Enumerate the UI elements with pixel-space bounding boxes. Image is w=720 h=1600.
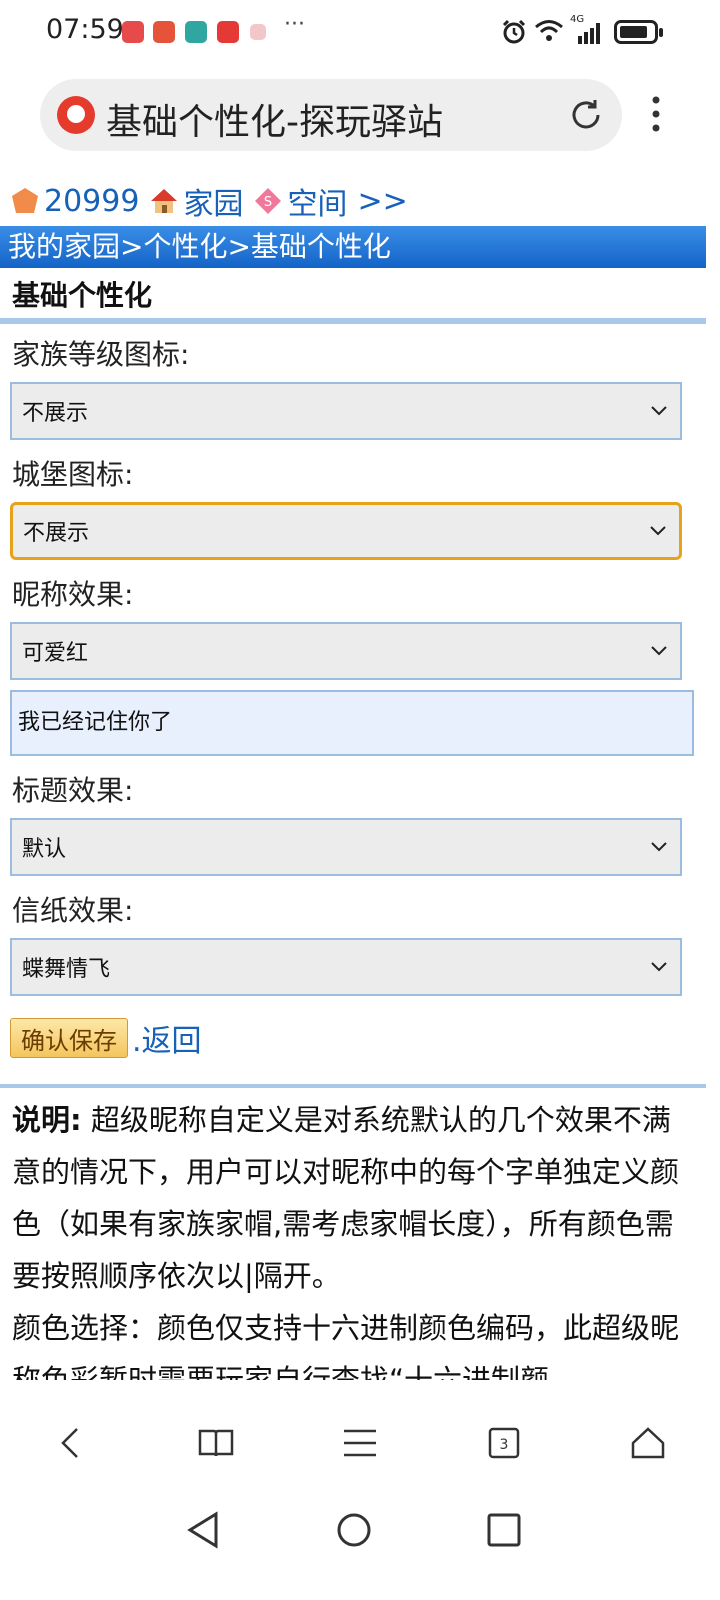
breadcrumb: 我的家园>个性化>基础个性化 xyxy=(0,226,706,268)
battery-icon xyxy=(614,20,663,44)
letter-effect-select[interactable]: 蝶舞情飞 xyxy=(10,938,682,996)
chevron-down-icon xyxy=(651,646,667,656)
remember-text-field[interactable]: 我已经记住你了 xyxy=(10,690,694,756)
notification-map-icon xyxy=(185,21,207,43)
form-actions: 确认保存 .返回 xyxy=(0,996,706,1080)
tab-count: 3 xyxy=(500,1437,509,1453)
save-button[interactable]: 确认保存 xyxy=(10,1018,128,1058)
description-heading: 说明: xyxy=(12,1103,82,1137)
clan-icon-select[interactable]: 不展示 xyxy=(10,382,682,440)
space-icon: S xyxy=(255,188,282,214)
browser-bottom-nav: 3 xyxy=(0,1400,720,1486)
description: 说明: 超级昵称自定义是对系统默认的几个效果不满意的情况下，用户可以对昵称中的每… xyxy=(0,1088,706,1380)
tabs-icon[interactable]: 3 xyxy=(484,1423,524,1463)
system-back-icon[interactable] xyxy=(184,1510,224,1550)
back-link[interactable]: .返回 xyxy=(132,1016,202,1060)
site-favicon-icon xyxy=(57,96,95,134)
page-content: 20999 家园 S 空间 >> 我的家园>个性化>基础个性化 基础个性化 家族… xyxy=(0,176,706,1380)
menu-icon[interactable] xyxy=(340,1423,380,1463)
gem-icon xyxy=(12,188,38,213)
points-link[interactable]: 20999 xyxy=(44,184,139,219)
svg-text:S: S xyxy=(264,195,272,210)
clan-icon-value: 不展示 xyxy=(22,401,89,426)
alarm-icon xyxy=(502,19,526,44)
chevron-down-icon xyxy=(651,842,667,852)
chevron-down-icon xyxy=(651,406,667,416)
back-arrow-icon[interactable] xyxy=(52,1423,92,1463)
signal-icon xyxy=(578,23,600,44)
system-nav-bar xyxy=(0,1488,720,1600)
home-icon[interactable] xyxy=(628,1423,668,1463)
letter-effect-label: 信纸效果: xyxy=(12,894,134,927)
address-bar[interactable]: 基础个性化-探玩驿站 xyxy=(40,79,622,151)
nickname-effect-select[interactable]: 可爱红 xyxy=(10,622,682,680)
clock: 07:59 xyxy=(46,14,124,45)
status-bar: 07:59 ··· 4G xyxy=(0,0,720,64)
system-home-icon[interactable] xyxy=(334,1510,374,1550)
house-icon xyxy=(151,189,178,213)
section-title: 基础个性化 xyxy=(0,268,706,324)
top-links: 20999 家园 S 空间 >> xyxy=(0,176,706,226)
reload-icon[interactable] xyxy=(568,97,604,133)
chevron-down-icon xyxy=(650,526,666,536)
title-effect-value: 默认 xyxy=(22,837,67,862)
space-link[interactable]: 空间 xyxy=(287,179,347,223)
more-link[interactable]: >> xyxy=(357,184,407,219)
description-paragraph-1: 超级昵称自定义是对系统默认的几个效果不满意的情况下，用户可以对昵称中的每个字单独… xyxy=(12,1103,680,1293)
nickname-effect-value: 可爱红 xyxy=(22,641,89,666)
letter-effect-value: 蝶舞情飞 xyxy=(22,957,111,982)
notification-app-icon xyxy=(153,21,175,43)
notification-video-icon xyxy=(217,21,239,43)
description-paragraph-2: 颜色选择：颜色仅支持十六进制颜色编码，此超级昵称色彩暂时需要玩家自行查找“十六进… xyxy=(12,1311,680,1380)
chevron-down-icon xyxy=(651,962,667,972)
clan-icon-label: 家族等级图标: xyxy=(12,338,190,371)
castle-icon-label: 城堡图标: xyxy=(12,458,134,491)
bookmarks-icon[interactable] xyxy=(196,1423,236,1463)
system-recents-icon[interactable] xyxy=(484,1510,524,1550)
home-link[interactable]: 家园 xyxy=(183,179,243,223)
title-effect-select[interactable]: 默认 xyxy=(10,818,682,876)
more-menu-icon[interactable] xyxy=(644,94,668,134)
title-effect-label: 标题效果: xyxy=(12,774,134,807)
more-notifications-icon: ··· xyxy=(284,12,305,37)
notification-app-icon xyxy=(250,24,266,40)
castle-icon-value: 不展示 xyxy=(23,521,90,546)
wifi-icon xyxy=(535,20,563,41)
nickname-effect-label: 昵称效果: xyxy=(12,578,134,611)
notification-app-icon xyxy=(122,21,144,43)
page-title: 基础个性化-探玩驿站 xyxy=(106,102,443,143)
castle-icon-select[interactable]: 不展示 xyxy=(10,502,682,560)
